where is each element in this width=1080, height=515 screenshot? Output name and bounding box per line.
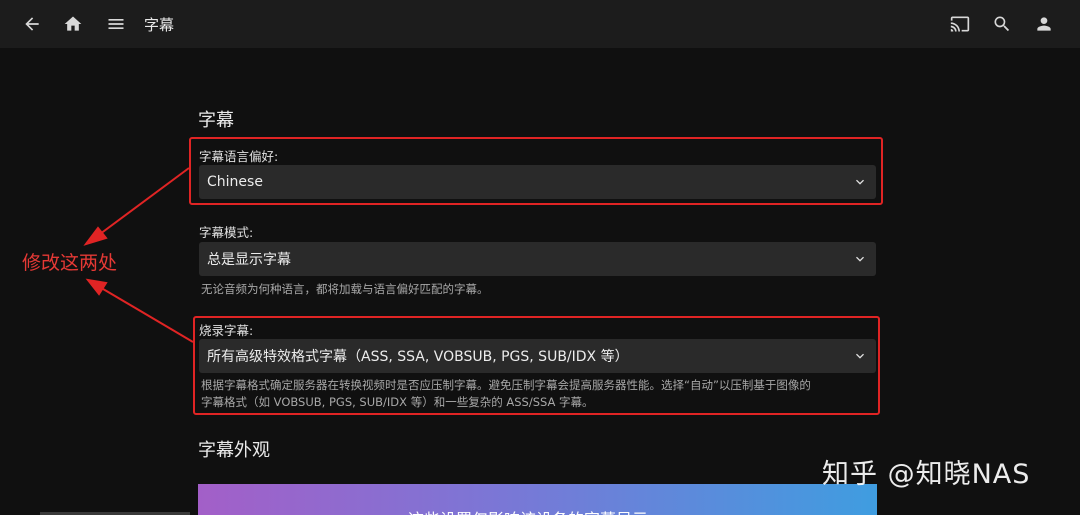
chevron-down-icon <box>852 251 868 267</box>
arrow-down-head <box>85 278 108 296</box>
user-icon[interactable] <box>1032 12 1056 36</box>
page-title: 字幕 <box>144 16 175 34</box>
top-app-bar: 字幕 <box>0 0 1080 48</box>
highlight-box-burn-in <box>193 316 880 415</box>
search-icon[interactable] <box>990 12 1014 36</box>
arrow-down-line <box>97 285 194 343</box>
subtitle-mode-value: 总是显示字幕 <box>207 252 291 268</box>
watermark: 知乎 @知晓NAS <box>822 459 1031 490</box>
subtitle-preview-banner: 这些设置仅影响该设备的字幕显示 <box>198 484 877 515</box>
subtitle-mode-select[interactable]: 总是显示字幕 <box>199 242 876 276</box>
subtitle-mode-help: 无论音频为何种语言，都将加载与语言偏好匹配的字幕。 <box>201 282 489 296</box>
banner-text: 这些设置仅影响该设备的字幕显示 <box>408 506 648 515</box>
home-icon[interactable] <box>61 12 85 36</box>
arrow-up-line <box>95 167 190 238</box>
cast-icon[interactable] <box>948 12 972 36</box>
back-arrow-icon[interactable] <box>20 12 44 36</box>
arrow-up-head <box>83 226 108 246</box>
highlight-box-language <box>189 137 883 205</box>
menu-icon[interactable] <box>104 12 128 36</box>
annotation-text: 修改这两处 <box>22 252 118 274</box>
subtitle-mode-label: 字幕模式: <box>199 225 254 240</box>
section-title-subtitles: 字幕 <box>198 110 234 131</box>
section-title-appearance: 字幕外观 <box>198 440 270 461</box>
